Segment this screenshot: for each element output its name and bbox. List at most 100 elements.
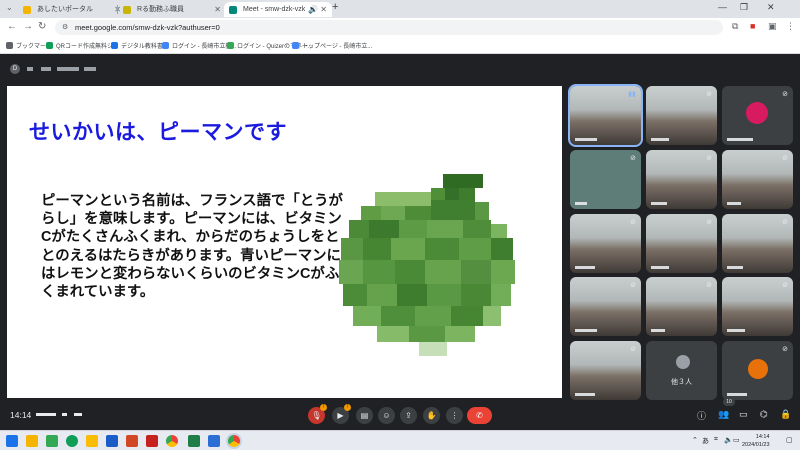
battery-icon[interactable]: ▭	[733, 436, 740, 444]
folder-taskbar-icon[interactable]	[86, 435, 98, 447]
participant-name-blurred	[727, 202, 741, 205]
participant-tile-self[interactable]: ▮▮	[568, 84, 643, 147]
volume-icon[interactable]: 🔈	[724, 436, 733, 444]
participant-tile[interactable]: ⊘	[722, 214, 793, 273]
ime-icon[interactable]: あ	[702, 436, 709, 446]
mic-off-icon: ⊘	[782, 91, 788, 98]
bookmark-item[interactable]: トップページ - 長崎市立...	[292, 41, 372, 50]
mic-toggle-button[interactable]: 🎙!	[308, 404, 327, 424]
participant-tile[interactable]: ⊘	[722, 86, 793, 145]
tab-audio-icon[interactable]: 🔊	[308, 2, 318, 17]
people-icon[interactable]: 👥	[718, 409, 729, 420]
meeting-code-blurred	[84, 67, 96, 71]
excel-taskbar-icon[interactable]	[188, 435, 200, 447]
raise-hand-button[interactable]: ✋	[423, 407, 440, 424]
close-window-icon[interactable]: ✕	[767, 2, 775, 13]
tab-search-icon[interactable]: ⌄	[6, 3, 13, 12]
participant-name-blurred	[575, 329, 597, 332]
warning-badge: !	[320, 404, 327, 411]
restore-icon[interactable]: ❐	[740, 2, 748, 13]
others-tile[interactable]: 他３人	[646, 341, 717, 400]
tab-title: あしたいポータル	[37, 6, 93, 13]
info-icon[interactable]: ⓘ	[697, 409, 706, 422]
reload-icon[interactable]: ↻	[38, 21, 46, 32]
tab-close-icon[interactable]: ✕	[320, 2, 327, 17]
participant-tile[interactable]: ⊘	[646, 150, 717, 209]
participant-tile[interactable]: ⊘	[570, 277, 641, 336]
others-label: 他３人	[671, 379, 692, 386]
app-blue-taskbar-icon[interactable]	[208, 435, 220, 447]
activities-icon[interactable]: ⌬	[760, 409, 768, 420]
powerpoint-taskbar-icon[interactable]	[126, 435, 138, 447]
participant-tile[interactable]: ⊘	[722, 277, 793, 336]
meeting-code-blurred	[36, 413, 56, 416]
participant-tile[interactable]: ⊘	[646, 277, 717, 336]
end-call-button[interactable]: ✆	[467, 407, 492, 424]
extensions-icon[interactable]: ⧉	[732, 21, 738, 32]
camera-toggle-button[interactable]: ▶!	[332, 404, 351, 424]
participant-tile[interactable]: ⊘	[570, 150, 641, 209]
staff-favicon-icon	[123, 6, 131, 14]
edge-taskbar-icon[interactable]	[66, 435, 78, 447]
start-icon[interactable]	[6, 435, 18, 447]
notification-icon[interactable]: ▢	[786, 436, 793, 444]
word-taskbar-icon[interactable]	[106, 435, 118, 447]
forward-icon[interactable]: →	[23, 21, 33, 32]
emoji-button[interactable]: ☺	[378, 407, 395, 424]
browser-tab-2[interactable]: Rる勤務ふ職員 ✕	[118, 2, 226, 17]
app-green-taskbar-icon[interactable]	[46, 435, 58, 447]
participant-name-blurred	[727, 138, 753, 141]
app-red-taskbar-icon[interactable]	[146, 435, 158, 447]
bookmarks-bar: ブックマーク QRコード作成無料ジ... デジタル教科書 ログイン - 長崎市立…	[0, 37, 800, 54]
browser-tab-1[interactable]: あしたいポータル ✕	[18, 2, 126, 17]
captions-button[interactable]: ▤	[356, 407, 373, 424]
mic-off-icon: ⊘	[630, 219, 636, 226]
system-clock[interactable]: 14:14 2024/01/23	[742, 433, 770, 449]
bookmark-item[interactable]: QRコード作成無料ジ...	[46, 41, 118, 50]
bookmark-item[interactable]: ログイン - 長崎市立教...	[162, 41, 236, 50]
meeting-clock: 14:14	[10, 410, 32, 420]
chrome-taskbar-icon[interactable]	[166, 435, 178, 447]
participant-tile[interactable]: ⊘	[722, 341, 793, 400]
participant-tile[interactable]: ⊘	[646, 86, 717, 145]
windows-taskbar: ⌃ あ ⌗ 🔈 ▭ 14:14 2024/01/23 ▢	[0, 430, 800, 450]
tray-chevron-icon[interactable]: ⌃	[692, 436, 698, 444]
present-button[interactable]: ⇪	[400, 407, 417, 424]
quizer-icon	[227, 42, 234, 49]
meet-control-bar: 14:14 🎙! ▶! ▤ ☺ ⇪ ✋ ⋮ ✆ ⓘ 👥 10 ▭ ⌬ 🔒	[0, 398, 800, 430]
slide-title: せいかいは、ピーマンです	[29, 121, 287, 144]
mic-off-icon: ⊘	[782, 282, 788, 289]
tab-close-icon[interactable]: ✕	[214, 2, 221, 17]
mic-off-icon: ⊘	[782, 346, 788, 353]
minimize-icon[interactable]: —	[718, 2, 727, 12]
meeting-avatar: D	[10, 64, 20, 74]
file-explorer-taskbar-icon[interactable]	[26, 435, 38, 447]
more-options-button[interactable]: ⋮	[446, 407, 463, 424]
participant-tile[interactable]: ⊘	[570, 341, 641, 400]
extension-red-icon[interactable]: ■	[750, 21, 755, 31]
bookmark-label: QRコード作成無料ジ...	[56, 44, 119, 50]
participant-name-blurred	[651, 202, 667, 205]
address-bar[interactable]: ⚙ meet.google.com/smw-dzk-vzk?authuser=0	[55, 20, 723, 35]
bookmark-item[interactable]: デジタル教科書	[111, 41, 163, 50]
participant-tile[interactable]: ⊘	[570, 214, 641, 273]
login-icon	[162, 42, 169, 49]
network-icon[interactable]: ⌗	[714, 436, 718, 444]
menu-icon[interactable]: ⋮	[786, 21, 795, 32]
meeting-info-chip[interactable]: D	[10, 63, 110, 75]
site-info-icon[interactable]: ⚙	[62, 20, 68, 35]
host-controls-icon[interactable]: 🔒	[780, 409, 791, 420]
top-page-icon	[292, 42, 299, 49]
browser-tab-meet[interactable]: Meet - smw-dzk-vzk 🔊 ✕	[224, 2, 332, 17]
chrome-active-taskbar-icon[interactable]	[228, 435, 240, 447]
new-tab-button[interactable]: +	[332, 1, 338, 13]
others-avatar	[676, 355, 690, 369]
chat-icon[interactable]: ▭	[739, 409, 748, 420]
back-icon[interactable]: ←	[7, 21, 17, 32]
participant-tile[interactable]: ⊘	[646, 214, 717, 273]
sidepanel-icon[interactable]: ▣	[768, 21, 777, 32]
participant-name-blurred	[575, 202, 587, 205]
folder-icon	[6, 42, 13, 49]
participant-tile[interactable]: ⊘	[722, 150, 793, 209]
meeting-code-blurred	[74, 413, 82, 416]
